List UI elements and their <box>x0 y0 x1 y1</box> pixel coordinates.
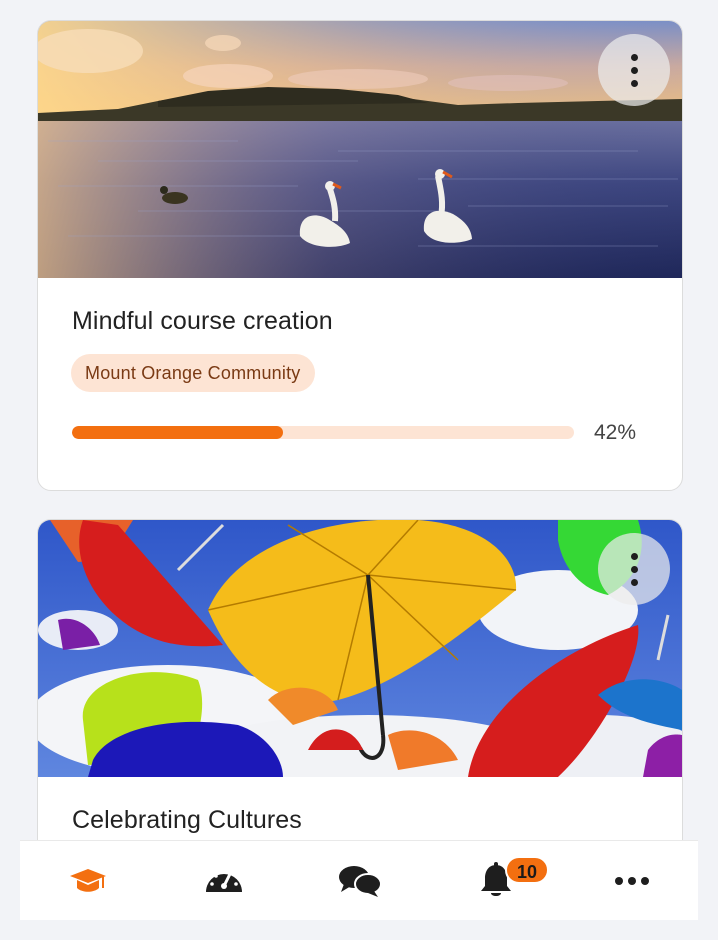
course-progress-fill <box>72 426 283 439</box>
kebab-menu-icon <box>630 53 638 87</box>
tab-dashboard[interactable] <box>156 841 292 920</box>
course-menu-button[interactable] <box>598 533 670 605</box>
course-title[interactable]: Celebrating Cultures <box>72 806 302 835</box>
course-title[interactable]: Mindful course creation <box>72 307 333 336</box>
course-menu-button[interactable] <box>598 34 670 106</box>
bottom-tab-bar <box>20 840 698 920</box>
course-card[interactable]: Celebrating Cultures <box>37 519 683 840</box>
course-progress-label: 42% <box>594 421 637 444</box>
tab-more[interactable] <box>564 841 698 920</box>
app-frame: Mindful course creation Mount Orange Com… <box>20 20 698 920</box>
more-dots-icon <box>615 877 649 885</box>
chat-bubbles-icon <box>339 866 382 897</box>
tab-messages[interactable] <box>292 841 428 920</box>
speedometer-icon <box>206 870 242 892</box>
notifications-count-badge: 10 <box>505 856 549 884</box>
kebab-menu-icon <box>630 552 638 586</box>
course-category-badge: Mount Orange Community <box>71 354 315 392</box>
tab-my-courses[interactable] <box>20 841 156 920</box>
graduation-cap-icon <box>70 869 106 892</box>
course-image-umbrellas[interactable] <box>38 520 682 777</box>
course-list[interactable]: Mindful course creation Mount Orange Com… <box>20 20 698 840</box>
course-image-lake-swans[interactable] <box>38 21 682 278</box>
course-card[interactable]: Mindful course creation Mount Orange Com… <box>37 20 683 491</box>
course-progress-bar <box>72 426 574 439</box>
